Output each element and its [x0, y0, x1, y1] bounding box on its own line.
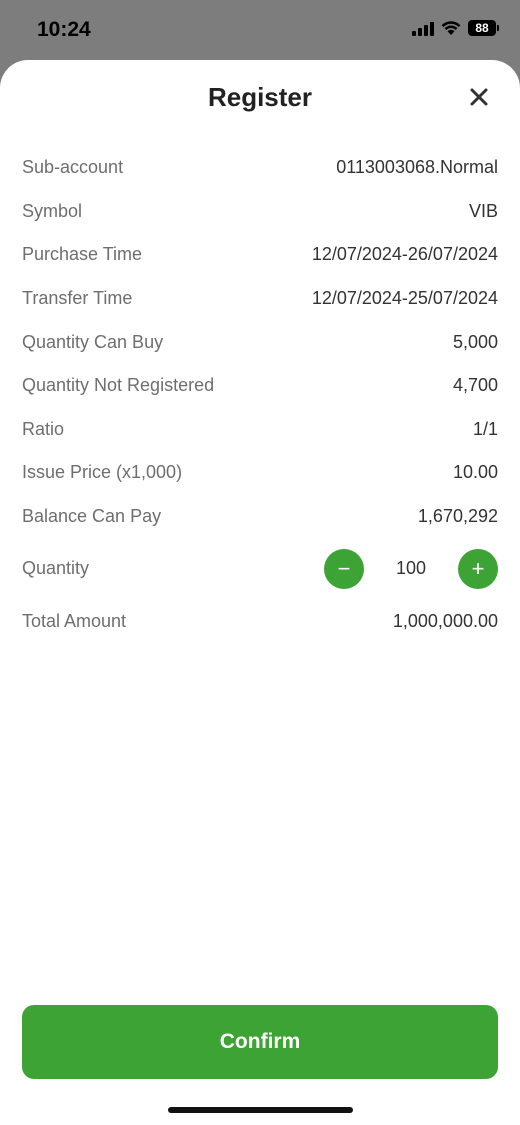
minus-icon: − — [337, 555, 351, 581]
detail-row-symbol: Symbol VIB — [22, 190, 498, 234]
status-icons: 88 — [412, 20, 499, 36]
cellular-signal-icon — [412, 20, 434, 36]
total-amount-row: Total Amount 1,000,000.00 — [22, 599, 498, 643]
detail-value: 10.00 — [452, 462, 498, 483]
detail-row-purchase-time: Purchase Time 12/07/2024-26/07/2024 — [22, 233, 498, 277]
battery-icon: 88 — [468, 20, 499, 36]
quantity-value[interactable]: 100 — [364, 558, 458, 579]
increment-button[interactable]: + — [458, 548, 498, 589]
detail-label: Purchase Time — [22, 244, 143, 265]
decrement-button[interactable]: − — [324, 548, 364, 589]
detail-row-quantity-can-buy: Quantity Can Buy 5,000 — [22, 320, 498, 364]
detail-value: 4,700 — [452, 375, 498, 396]
close-icon — [470, 88, 488, 106]
detail-row-quantity-not-registered: Quantity Not Registered 4,700 — [22, 364, 498, 408]
detail-value: 1/1 — [472, 418, 498, 439]
plus-icon: + — [471, 555, 485, 581]
detail-row-ratio: Ratio 1/1 — [22, 408, 498, 452]
detail-row-issue-price: Issue Price (x1,000) 10.00 — [22, 451, 498, 495]
detail-row-balance-can-pay: Balance Can Pay 1,670,292 — [22, 495, 498, 539]
detail-row-transfer-time: Transfer Time 12/07/2024-25/07/2024 — [22, 277, 498, 321]
detail-value: 1,670,292 — [417, 506, 498, 527]
details-list: Sub-account 0113003068.Normal Symbol VIB… — [22, 146, 498, 643]
detail-value: 0113003068.Normal — [336, 157, 498, 178]
detail-value: 5,000 — [452, 331, 498, 352]
quantity-row: Quantity − 100 + — [22, 538, 498, 599]
detail-value: 12/07/2024-25/07/2024 — [311, 288, 498, 309]
detail-row-sub-account: Sub-account 0113003068.Normal — [22, 146, 498, 190]
detail-value: VIB — [468, 200, 498, 221]
total-amount-value: 1,000,000.00 — [392, 610, 498, 631]
detail-label: Quantity Not Registered — [22, 375, 215, 396]
detail-label: Ratio — [22, 418, 65, 439]
sheet-title: Register — [207, 82, 313, 112]
total-amount-label: Total Amount — [22, 610, 127, 631]
wifi-icon — [441, 21, 461, 35]
detail-label: Balance Can Pay — [22, 506, 162, 527]
status-time: 10:24 — [37, 18, 91, 41]
home-indicator — [168, 1107, 353, 1113]
confirm-button[interactable]: Confirm — [22, 1005, 498, 1079]
detail-label: Issue Price (x1,000) — [22, 462, 183, 483]
detail-label: Symbol — [22, 200, 83, 221]
status-bar: 10:24 88 — [0, 0, 520, 60]
quantity-label: Quantity — [22, 558, 90, 579]
register-sheet: Register Sub-account 0113003068.Normal S… — [0, 60, 520, 1125]
detail-label: Transfer Time — [22, 288, 133, 309]
detail-label: Quantity Can Buy — [22, 331, 164, 352]
detail-value: 12/07/2024-26/07/2024 — [311, 244, 498, 265]
close-button[interactable] — [464, 82, 494, 112]
quantity-stepper: − 100 + — [324, 548, 498, 589]
detail-label: Sub-account — [22, 157, 124, 178]
